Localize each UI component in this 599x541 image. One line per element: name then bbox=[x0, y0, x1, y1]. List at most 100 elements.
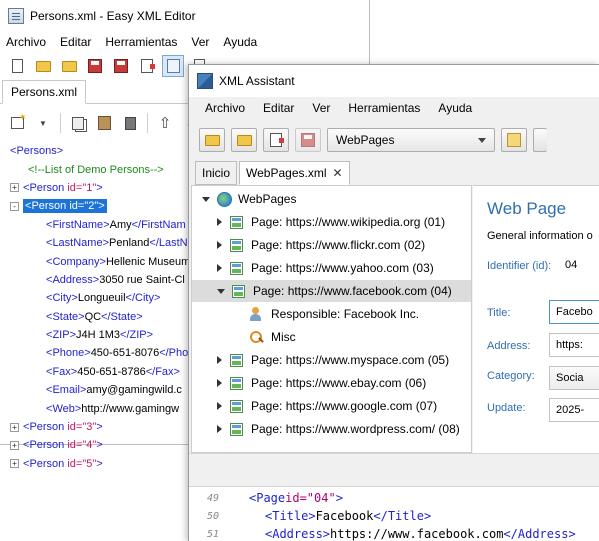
xml-node-text: <FirstName>Amy</FirstNam bbox=[46, 219, 186, 231]
new-button[interactable] bbox=[6, 55, 28, 77]
person-icon bbox=[249, 306, 264, 322]
add-dropdown-button[interactable]: ▼ bbox=[32, 112, 54, 134]
menu-herramientas[interactable]: Herramientas bbox=[105, 35, 177, 49]
xml-node-text: <Phone>450-651-8076</Pho bbox=[46, 347, 188, 359]
xml-node-text: <Person id="5"> bbox=[23, 458, 103, 470]
title-label: Title: bbox=[487, 307, 511, 319]
expand-arrow-icon[interactable] bbox=[217, 379, 222, 387]
line-number: 50 bbox=[206, 510, 219, 522]
expand-arrow-icon[interactable] bbox=[217, 218, 222, 226]
open-button[interactable] bbox=[32, 55, 54, 77]
collapse-icon[interactable]: - bbox=[10, 201, 19, 211]
expand-arrow-icon[interactable] bbox=[217, 402, 222, 410]
collapse-arrow-icon[interactable] bbox=[217, 288, 225, 294]
tree-item[interactable]: Page: https://www.facebook.com (04) bbox=[192, 280, 471, 302]
page-icon bbox=[230, 399, 243, 413]
xml-comment: <!--List of Demo Persons--> bbox=[28, 163, 164, 176]
tree-item[interactable]: Page: https://www.wikipedia.org (01) bbox=[192, 211, 471, 233]
save-button[interactable] bbox=[84, 55, 106, 77]
xml-text: QC bbox=[84, 310, 102, 323]
open-button[interactable] bbox=[199, 128, 225, 152]
menu-ayuda[interactable]: Ayuda bbox=[438, 101, 472, 115]
update-field[interactable]: 2025- bbox=[549, 398, 599, 422]
menu-ayuda[interactable]: Ayuda bbox=[223, 35, 257, 49]
tree-item[interactable]: WebPages bbox=[192, 188, 471, 210]
identifier-value: 04 bbox=[565, 259, 578, 271]
tree-item[interactable]: Page: https://www.ebay.com (06) bbox=[192, 372, 471, 394]
address-field[interactable]: https: bbox=[549, 333, 599, 357]
page-icon bbox=[230, 376, 243, 390]
xml-node-text: <ZIP>J4H 1M3</ZIP> bbox=[46, 329, 153, 341]
collapse-arrow-icon[interactable] bbox=[202, 196, 210, 202]
tree-item[interactable]: Page: https://www.wordpress.com/ (08) bbox=[192, 418, 471, 440]
add-element-button[interactable] bbox=[6, 112, 28, 134]
edit-button[interactable] bbox=[501, 128, 527, 152]
xml-tag: Persons bbox=[16, 145, 57, 158]
xml-end: </Pho bbox=[159, 347, 189, 360]
menu-herramientas[interactable]: Herramientas bbox=[348, 101, 420, 115]
move-up-button[interactable]: ⇧ bbox=[154, 112, 176, 134]
schema-select[interactable]: WebPages bbox=[327, 128, 495, 152]
xml-node-text: <Person id="2"> bbox=[23, 199, 107, 214]
xml-close: > bbox=[98, 200, 105, 213]
expand-arrow-icon[interactable] bbox=[217, 356, 222, 364]
back-menubar: Archivo Editar Herramientas Ver Ayuda bbox=[0, 32, 369, 52]
tree-item[interactable]: Responsible: Facebook Inc. bbox=[192, 303, 471, 325]
open-folder-button[interactable] bbox=[231, 128, 257, 152]
tab-inicio[interactable]: Inicio bbox=[195, 161, 238, 185]
expand-arrow-icon[interactable] bbox=[217, 425, 222, 433]
xml-node-text: <Person id="4"> bbox=[23, 439, 103, 451]
paste-icon bbox=[97, 116, 111, 130]
tree-item[interactable]: Page: https://www.google.com (07) bbox=[192, 395, 471, 417]
folder-icon bbox=[236, 134, 252, 146]
code-line: 49 <Page id="04" > bbox=[189, 489, 343, 507]
save-all-button[interactable] bbox=[110, 55, 132, 77]
paste-button[interactable] bbox=[93, 112, 115, 134]
address-label: Address: bbox=[487, 340, 531, 352]
tree-item[interactable]: Misc bbox=[192, 326, 471, 348]
copy-button[interactable] bbox=[67, 112, 89, 134]
close-icon[interactable]: ✕ bbox=[333, 166, 343, 180]
code-token: </Title> bbox=[373, 509, 432, 523]
xml-text: amy@gamingwild.c bbox=[86, 384, 182, 397]
expand-arrow-icon[interactable] bbox=[217, 241, 222, 249]
save-button[interactable] bbox=[295, 128, 321, 152]
xml-text: Longueuil bbox=[77, 292, 126, 305]
xml-close: > bbox=[96, 457, 103, 470]
tree-item[interactable]: Page: https://www.flickr.com (02) bbox=[192, 234, 471, 256]
menu-archivo[interactable]: Archivo bbox=[6, 35, 46, 49]
delete-button[interactable] bbox=[119, 112, 141, 134]
open-folder-icon bbox=[204, 134, 220, 146]
menu-ver[interactable]: Ver bbox=[312, 101, 330, 115]
menu-ver[interactable]: Ver bbox=[191, 35, 209, 49]
tree-item[interactable]: Page: https://www.myspace.com (05) bbox=[192, 349, 471, 371]
xml-text: 450-651-8076 bbox=[90, 347, 160, 360]
code-token: </Address> bbox=[503, 527, 576, 541]
menu-archivo[interactable]: Archivo bbox=[205, 101, 245, 115]
export-button[interactable] bbox=[263, 128, 289, 152]
page-icon bbox=[230, 261, 243, 275]
xml-end: </ZIP> bbox=[120, 329, 154, 342]
tab-persons-xml[interactable]: Persons.xml bbox=[2, 80, 87, 104]
xml-text: http://www.gamingw bbox=[81, 402, 180, 415]
menu-editar[interactable]: Editar bbox=[60, 35, 91, 49]
tree-item[interactable]: Page: https://www.yahoo.com (03) bbox=[192, 257, 471, 279]
more-button[interactable] bbox=[533, 128, 547, 152]
expand-icon[interactable]: + bbox=[10, 459, 19, 469]
xml-close: > bbox=[96, 421, 103, 434]
tab-webpages-xml[interactable]: WebPages.xml ✕ bbox=[239, 161, 350, 185]
expand-icon[interactable]: + bbox=[10, 440, 19, 450]
category-select[interactable]: Socia bbox=[549, 366, 599, 390]
title-field[interactable]: Facebo bbox=[549, 300, 599, 324]
expand-arrow-icon[interactable] bbox=[217, 264, 222, 272]
chevron-down-icon: ▼ bbox=[39, 118, 47, 128]
xml-end: </State> bbox=[101, 310, 143, 323]
expand-icon[interactable]: + bbox=[10, 422, 19, 432]
separator bbox=[60, 113, 61, 133]
expand-icon[interactable]: + bbox=[10, 183, 19, 193]
tree-view-button[interactable] bbox=[162, 55, 184, 77]
open-folder-button[interactable] bbox=[58, 55, 80, 77]
menu-editar[interactable]: Editar bbox=[263, 101, 294, 115]
tree-item-label: Page: https://www.facebook.com (04) bbox=[253, 284, 452, 298]
export-button[interactable] bbox=[136, 55, 158, 77]
